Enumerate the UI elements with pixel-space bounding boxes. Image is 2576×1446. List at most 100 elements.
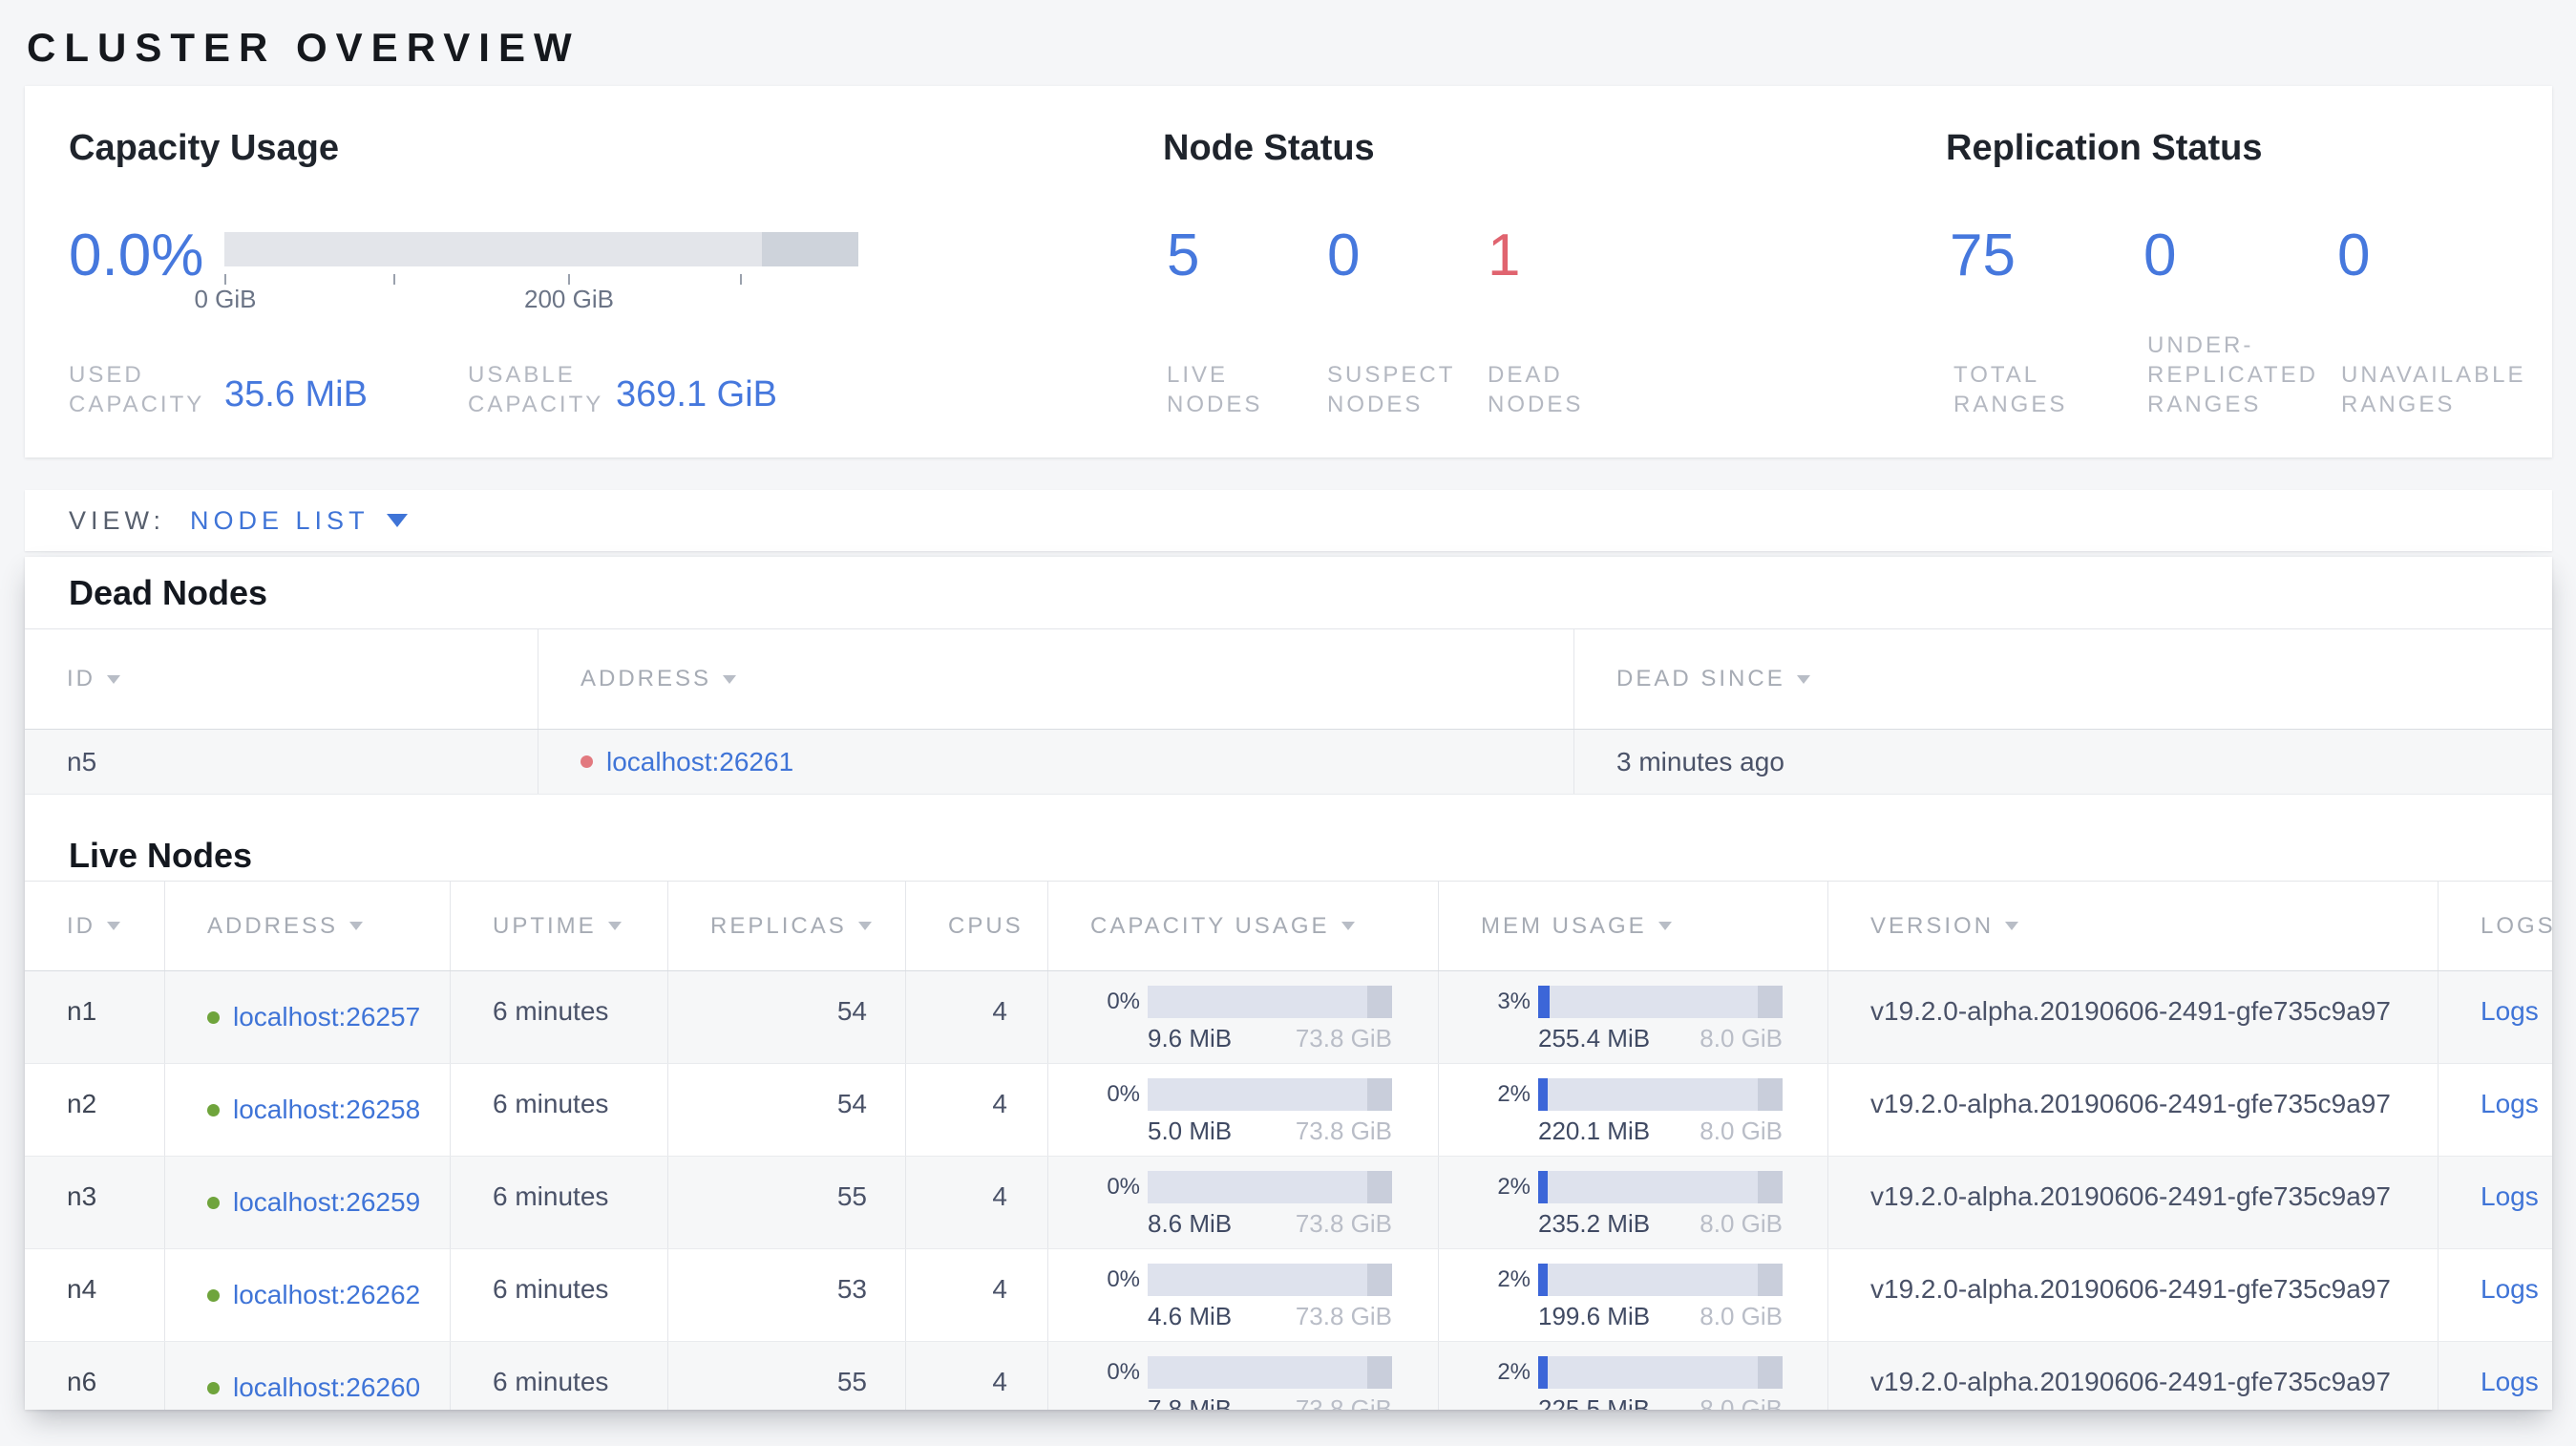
live-node-mem-cell: 2% 199.6 MiB 8.0 GiB (1438, 1249, 1827, 1341)
mem-mini-bar (1538, 1078, 1783, 1111)
capacity-mini-bar (1148, 1078, 1392, 1111)
live-status-dot-icon (207, 1103, 220, 1116)
live-node-logs-cell: Logs (2438, 1249, 2552, 1341)
live-node-row: n4 localhost:26262 6 minutes 53 4 0% 4.6… (25, 1249, 2552, 1342)
live-node-address-link[interactable]: localhost:26260 (233, 1372, 420, 1403)
live-nodes-label: LIVE NODES (1167, 362, 1263, 417)
live-col-cpus[interactable]: CPUS (905, 882, 1047, 970)
dead-col-address[interactable]: ADDRESS (538, 629, 1573, 729)
used-capacity-label: USED CAPACITY (69, 362, 205, 417)
live-node-cpus: 4 (905, 971, 1047, 1063)
live-nodes-heading: Live Nodes (69, 836, 253, 875)
live-node-uptime: 6 minutes (450, 1064, 667, 1156)
capacity-percent-label: 0% (1107, 1359, 1140, 1385)
live-nodes-header-row: ID ADDRESS UPTIME REPLICAS CPUS CAPACITY… (25, 881, 2552, 971)
dead-col-dead-since-label: DEAD SINCE (1616, 666, 1785, 691)
capacity-total-value: 73.8 GiB (1295, 1116, 1392, 1145)
view-label: VIEW: (69, 505, 166, 535)
live-node-logs-cell: Logs (2438, 971, 2552, 1063)
replication-status-title: Replication Status (1946, 128, 2263, 168)
capacity-percent-label: 0% (1107, 1266, 1140, 1292)
capacity-total-value: 73.8 GiB (1295, 1302, 1392, 1330)
mem-bar-peak (1758, 1171, 1783, 1203)
capacity-percent-label: 0% (1107, 1081, 1140, 1107)
used-capacity-value: 35.6 MiB (224, 374, 368, 415)
live-node-id: n3 (67, 1181, 97, 1211)
live-node-row: n6 localhost:26260 6 minutes 55 4 0% 7.8… (25, 1342, 2552, 1410)
mem-percent-label: 2% (1497, 1359, 1531, 1385)
live-node-version: v19.2.0-alpha.20190606-2491-gfe735c9a97 (1827, 971, 2438, 1063)
live-node-address-cell: localhost:26259 (164, 1157, 450, 1248)
live-node-capacity-cell: 0% 8.6 MiB 73.8 GiB (1047, 1157, 1438, 1248)
live-col-address[interactable]: ADDRESS (164, 882, 450, 970)
capacity-used-value: 4.6 MiB (1148, 1302, 1233, 1330)
sort-caret-icon (1341, 922, 1355, 930)
live-col-version[interactable]: VERSION (1827, 882, 2438, 970)
dead-node-address-link[interactable]: localhost:26261 (606, 747, 793, 777)
live-node-uptime: 6 minutes (450, 971, 667, 1063)
dead-col-dead-since[interactable]: DEAD SINCE (1573, 629, 2552, 729)
live-col-uptime[interactable]: UPTIME (450, 882, 667, 970)
live-node-logs-cell: Logs (2438, 1064, 2552, 1156)
live-col-address-label: ADDRESS (207, 912, 339, 939)
mem-bar-fill (1538, 1264, 1549, 1296)
live-col-version-label: VERSION (1870, 912, 1995, 939)
capacity-used-value: 7.8 MiB (1148, 1394, 1233, 1410)
live-node-address-link[interactable]: localhost:26262 (233, 1280, 420, 1310)
logs-link[interactable]: Logs (2481, 1181, 2539, 1211)
total-ranges-label: TOTAL RANGES (1953, 362, 2068, 417)
mem-mini-bar (1538, 1356, 1783, 1389)
live-col-mem-usage[interactable]: MEM USAGE (1438, 882, 1827, 970)
live-node-cpus: 4 (905, 1157, 1047, 1248)
live-status-dot-icon (207, 1010, 220, 1024)
live-node-capacity-cell: 0% 4.6 MiB 73.8 GiB (1047, 1249, 1438, 1341)
live-node-uptime: 6 minutes (450, 1249, 667, 1341)
capacity-usage-title: Capacity Usage (69, 128, 340, 168)
live-node-cpus: 4 (905, 1249, 1047, 1341)
live-node-address-link[interactable]: localhost:26257 (233, 1002, 420, 1032)
view-bar: VIEW: NODE LIST (25, 490, 2552, 551)
chevron-down-icon (386, 514, 408, 527)
live-node-id: n1 (67, 996, 97, 1026)
dead-col-id[interactable]: ID (25, 629, 538, 729)
live-col-logs-label: LOGS (2481, 912, 2552, 939)
live-node-uptime: 6 minutes (450, 1342, 667, 1410)
under-replicated-ranges-label: UNDER- REPLICATED RANGES (2147, 332, 2318, 417)
live-node-address-cell: localhost:26260 (164, 1342, 450, 1410)
live-node-address-link[interactable]: localhost:26259 (233, 1187, 420, 1218)
logs-link[interactable]: Logs (2481, 1367, 2539, 1396)
live-nodes-rows: n1 localhost:26257 6 minutes 54 4 0% 9.6… (25, 971, 2552, 1410)
live-node-version: v19.2.0-alpha.20190606-2491-gfe735c9a97 (1827, 1249, 2438, 1341)
capacity-total-value: 73.8 GiB (1295, 1209, 1392, 1238)
live-node-cpus: 4 (905, 1342, 1047, 1410)
live-col-id[interactable]: ID (25, 882, 164, 970)
dead-nodes-label: DEAD NODES (1488, 362, 1584, 417)
mem-used-value: 235.2 MiB (1538, 1209, 1651, 1238)
live-node-logs-cell: Logs (2438, 1342, 2552, 1410)
capacity-percent-label: 0% (1107, 1174, 1140, 1200)
live-node-id: n6 (67, 1367, 97, 1396)
live-node-capacity-cell: 0% 5.0 MiB 73.8 GiB (1047, 1064, 1438, 1156)
usable-capacity-label: USABLE CAPACITY (468, 362, 604, 417)
sort-caret-icon (1796, 674, 1810, 684)
logs-link[interactable]: Logs (2481, 996, 2539, 1026)
live-node-version: v19.2.0-alpha.20190606-2491-gfe735c9a97 (1827, 1157, 2438, 1248)
logs-link[interactable]: Logs (2481, 1274, 2539, 1304)
live-node-address-link[interactable]: localhost:26258 (233, 1095, 420, 1125)
live-col-capacity-usage[interactable]: CAPACITY USAGE (1047, 882, 1438, 970)
live-col-replicas-label: REPLICAS (710, 912, 847, 939)
mem-total-value: 8.0 GiB (1700, 1024, 1783, 1053)
view-selector-dropdown[interactable]: NODE LIST (190, 506, 408, 536)
sort-caret-icon (2005, 922, 2019, 930)
suspect-nodes-count: 0 (1327, 223, 1361, 288)
live-col-logs[interactable]: LOGS (2438, 882, 2552, 970)
nodes-panel: Dead Nodes ID ADDRESS DEAD SINCE n5 loca… (25, 557, 2552, 1410)
sort-caret-icon (723, 674, 737, 684)
mem-used-value: 255.4 MiB (1538, 1024, 1651, 1053)
dead-status-dot-icon (581, 755, 593, 768)
mem-mini-bar (1538, 1264, 1783, 1296)
gauge-tick (568, 274, 570, 285)
live-col-replicas[interactable]: REPLICAS (667, 882, 905, 970)
page-title: CLUSTER OVERVIEW (27, 25, 581, 70)
logs-link[interactable]: Logs (2481, 1089, 2539, 1118)
